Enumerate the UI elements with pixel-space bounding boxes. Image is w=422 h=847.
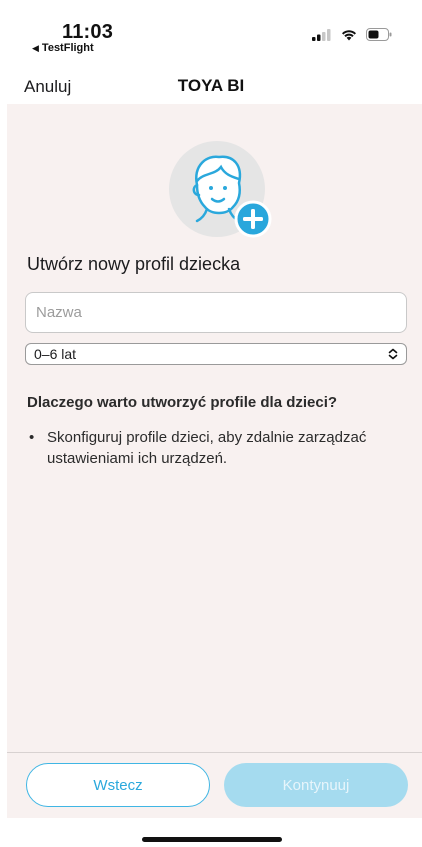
footer-actions: Wstecz Kontynuuj — [7, 752, 422, 818]
age-range-select[interactable]: 0–6 lat — [25, 343, 407, 365]
age-range-value: 0–6 lat — [34, 346, 77, 362]
home-indicator[interactable] — [142, 837, 282, 842]
form-heading: Utwórz nowy profil dziecka — [27, 254, 241, 274]
child-name-input[interactable] — [25, 292, 407, 333]
back-triangle-icon: ◀ — [32, 43, 39, 53]
battery-icon — [366, 28, 392, 41]
wifi-icon — [342, 30, 356, 41]
nav-bar: Anuluj TOYA BI — [0, 62, 422, 104]
child-avatar-add-icon — [169, 141, 272, 238]
back-app-label: TestFlight — [41, 42, 94, 54]
info-bullet-text: Skonfiguruj profile dzieci, aby zdalnie … — [47, 429, 367, 467]
content-area: Utwórz nowy profil dziecka 0–6 lat Dlacz… — [7, 104, 422, 752]
page-title: TOYA BI — [177, 76, 245, 95]
back-to-app-link[interactable]: ◀ TestFlight — [32, 42, 94, 54]
bullet-dot: • — [29, 429, 35, 446]
status-icons — [312, 28, 392, 41]
info-bullet: • Skonfiguruj profile dzieci, aby zdalni… — [29, 427, 389, 469]
status-bar: 11:03 ◀ TestFlight — [0, 0, 422, 62]
signal-icon — [312, 28, 331, 41]
status-time: 11:03 — [62, 21, 114, 43]
back-button[interactable]: Wstecz — [26, 763, 210, 807]
info-title: Dlaczego warto utworzyć profile dla dzie… — [27, 394, 338, 411]
select-chevron-icon — [388, 348, 398, 360]
continue-button[interactable]: Kontynuuj — [224, 763, 408, 807]
